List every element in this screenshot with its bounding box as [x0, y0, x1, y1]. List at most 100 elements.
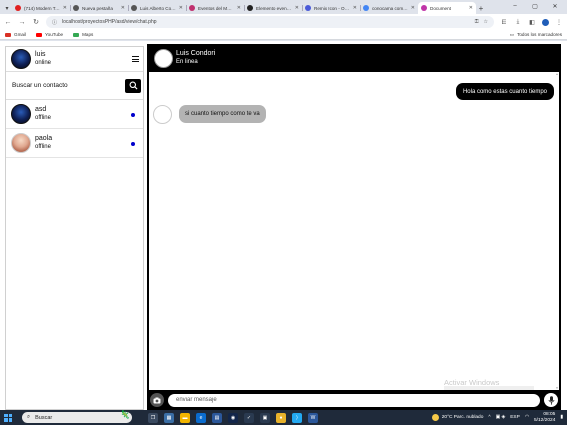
contact-search-input[interactable] [12, 82, 125, 89]
tab-title: Nueva pestaña [82, 5, 113, 11]
key-icon[interactable]: ⚿ [475, 19, 479, 25]
close-tab-icon[interactable]: ✕ [469, 5, 473, 11]
chat-contact-name: Luis Condori [176, 50, 216, 57]
page-viewport: luis online asd offline paola offline [0, 41, 567, 410]
contact-status: offline [35, 115, 51, 121]
chat-panel: Luis Condori En linea Hola como estas cu… [147, 44, 561, 410]
windows-start-icon[interactable] [4, 413, 12, 422]
bookmark-gmail[interactable]: Gmail [5, 32, 26, 37]
chrome-icon[interactable]: ● [276, 412, 286, 425]
message-scrollbar[interactable]: ▲ ▼ [555, 72, 559, 390]
status-dot [131, 113, 135, 117]
browser-tab[interactable]: Remix Icon - Ope... ✕ [302, 2, 360, 14]
browser-tab[interactable]: Elemento eventos... ✕ [244, 2, 302, 14]
minimize-icon[interactable]: – [508, 1, 522, 11]
tab-search-icon[interactable]: ▾ [2, 2, 12, 14]
close-tab-icon[interactable]: ✕ [63, 5, 67, 11]
message-list[interactable]: Hola como estas cuanto tiempo si cuanto … [149, 72, 559, 390]
cast-icon[interactable]: ⋿ [500, 19, 508, 26]
taskbar-search[interactable]: ⌕ Buscar 🦎 [22, 410, 132, 423]
language-indicator[interactable]: ESP [510, 415, 520, 420]
notifications-icon[interactable]: ▮ [560, 415, 563, 420]
wifi-icon[interactable]: ◠ [525, 415, 529, 420]
search-button[interactable] [125, 78, 141, 93]
close-tab-icon[interactable]: ✕ [295, 5, 299, 11]
bookmark-star-icon[interactable]: ☆ [484, 19, 488, 25]
weather-text: 20°C Parc. nublado [441, 415, 484, 420]
tab-title: Document [430, 5, 451, 11]
download-icon[interactable]: ⤓ [514, 19, 522, 26]
bookmark-youtube[interactable]: YouTube [36, 32, 63, 37]
user-avatar[interactable] [11, 49, 31, 69]
word-icon[interactable]: W [308, 412, 318, 423]
folder-icon: ▭ [509, 31, 515, 37]
tab-title: Elemento eventos... [256, 5, 292, 11]
windows-taskbar: ⌕ Buscar 🦎 ❐ ▦ ▬ e ▤ ◉ ✓ ▣ ● ⟩ W 20°C Pa… [0, 410, 567, 425]
all-bookmarks-button[interactable]: ▭ Todos los marcadores [510, 32, 562, 38]
steam-icon[interactable]: ◉ [228, 412, 238, 423]
events-favicon-icon [189, 5, 195, 11]
tray-arrow-icon[interactable]: ^ [488, 415, 490, 420]
youtube-icon [36, 32, 42, 37]
new-tab-button[interactable]: + [476, 2, 486, 14]
contact-item[interactable]: asd offline [6, 100, 143, 129]
kebab-menu-icon[interactable]: ⋮ [555, 19, 563, 26]
outgoing-message: Hola como estas cuanto tiempo [455, 83, 554, 100]
task-view-icon[interactable]: ❐ [148, 412, 158, 423]
store-icon[interactable]: ▤ [212, 412, 222, 423]
close-tab-icon[interactable]: ✕ [411, 5, 415, 11]
file-explorer-icon[interactable]: ▬ [180, 412, 190, 423]
sender-avatar [153, 105, 172, 124]
tab-strip: ▾ (714) Modern Tol... ✕ Nueva pestaña ✕ … [0, 0, 567, 14]
browser-tab[interactable]: Luis Alberto Cond... ✕ [128, 2, 186, 14]
tab-title: (714) Modern Tol... [24, 5, 60, 11]
message-input[interactable] [168, 393, 540, 407]
bookmark-label: Maps [82, 32, 94, 37]
github-favicon-icon [131, 5, 137, 11]
voice-message-button[interactable] [544, 393, 558, 407]
weather-widget[interactable]: 20°C Parc. nublado [431, 414, 484, 421]
browser-tab[interactable]: (714) Modern Tol... ✕ [12, 2, 70, 14]
remixicon-favicon-icon [305, 5, 311, 11]
close-window-icon[interactable]: ✕ [548, 1, 562, 11]
camera-icon [153, 397, 161, 403]
browser-tab[interactable]: Eventos del Mous... ✕ [186, 2, 244, 14]
attach-image-button[interactable] [150, 393, 164, 407]
contacts-sidebar: luis online asd offline paola offline [5, 46, 144, 410]
system-clock[interactable]: 08:05 5/12/2024 [534, 412, 555, 423]
maximize-icon[interactable]: ▢ [528, 1, 542, 11]
tab-title: Remix Icon - Ope... [314, 5, 350, 11]
taskbar-app-icon[interactable]: ✓ [244, 412, 254, 423]
bookmark-maps[interactable]: Maps [73, 32, 93, 37]
profile-avatar[interactable] [542, 18, 549, 26]
taskbar-app-icon[interactable]: ▣ [260, 412, 270, 423]
search-highlight-icon: 🦎 [120, 410, 130, 419]
close-tab-icon[interactable]: ✕ [237, 5, 241, 11]
browser-tab[interactable]: Nueva pestaña ✕ [70, 2, 128, 14]
hamburger-menu-icon[interactable] [132, 56, 139, 62]
reload-icon[interactable]: ↻ [32, 18, 40, 26]
contact-status: offline [35, 144, 51, 150]
scroll-up-icon[interactable]: ▲ [555, 72, 559, 76]
contact-item[interactable]: paola offline [6, 129, 143, 158]
back-icon[interactable]: ← [4, 19, 12, 26]
widgets-icon[interactable]: ▦ [164, 412, 174, 423]
contact-name: paola [35, 135, 53, 142]
url-text[interactable]: localhost/proyectosPHP/asd/view/chat.php [62, 19, 470, 25]
close-tab-icon[interactable]: ✕ [121, 5, 125, 11]
status-dot [131, 142, 135, 146]
composer [147, 390, 561, 410]
address-bar[interactable]: ⓘ localhost/proyectosPHP/asd/view/chat.p… [46, 16, 494, 28]
edge-icon[interactable]: e [196, 412, 206, 423]
browser-tab[interactable]: conocama comp... ✕ [360, 2, 418, 14]
browser-tab-active[interactable]: Document ✕ [418, 2, 476, 14]
tray-icons[interactable]: ▣ ◈ [496, 415, 506, 420]
vscode-icon[interactable]: ⟩ [292, 412, 302, 423]
contact-name: asd [35, 106, 47, 113]
forward-icon[interactable]: → [18, 19, 26, 26]
sidepanel-icon[interactable]: ◧ [528, 19, 536, 26]
clock-date: 5/12/2024 [534, 417, 556, 423]
close-tab-icon[interactable]: ✕ [353, 5, 357, 11]
site-info-icon[interactable]: ⓘ [52, 19, 57, 26]
close-tab-icon[interactable]: ✕ [179, 5, 183, 11]
